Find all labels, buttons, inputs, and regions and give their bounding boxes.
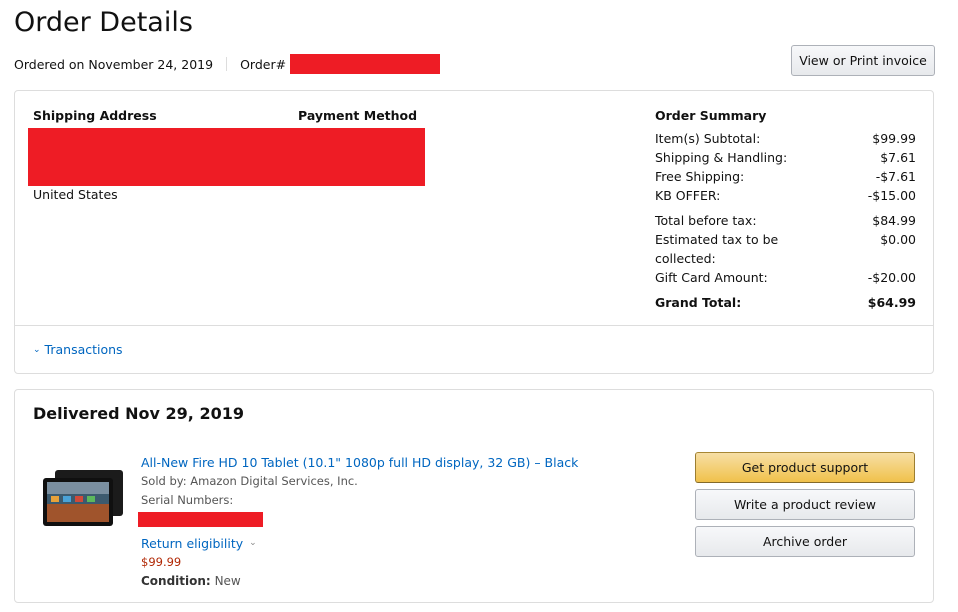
summary-row-tax: Estimated tax to be collected: $0.00: [655, 230, 916, 268]
delivery-status: Delivered Nov 29, 2019: [33, 404, 244, 423]
product-image[interactable]: [41, 468, 125, 528]
shipping-country: United States: [33, 187, 118, 202]
product-title-link[interactable]: All-New Fire HD 10 Tablet (10.1" 1080p f…: [141, 453, 581, 472]
return-eligibility-link[interactable]: Return eligibility ⌄: [141, 534, 581, 553]
summary-label: Total before tax:: [655, 213, 757, 228]
archive-order-button[interactable]: Archive order: [695, 526, 915, 557]
item-info: All-New Fire HD 10 Tablet (10.1" 1080p f…: [138, 453, 581, 591]
order-number-redaction: [290, 54, 441, 74]
order-summary-heading: Order Summary: [655, 108, 767, 123]
delivery-box: Delivered Nov 29, 2019 All-New Fire HD 1…: [14, 389, 934, 603]
address-payment-redaction: [28, 128, 425, 186]
serial-numbers-label: Serial Numbers:: [141, 493, 234, 507]
summary-label: Item(s) Subtotal:: [655, 131, 761, 146]
return-eligibility-label: Return eligibility: [141, 536, 244, 551]
page-title: Order Details: [14, 7, 193, 38]
summary-row-grand-total: Grand Total: $64.99: [655, 293, 916, 312]
section-divider: [15, 325, 933, 326]
summary-row-subtotal: Item(s) Subtotal: $99.99: [655, 129, 916, 148]
serial-number-redaction: [138, 512, 263, 527]
summary-label: KB OFFER:: [655, 188, 721, 203]
meta-divider: [226, 57, 228, 71]
transactions-toggle[interactable]: ⌄ Transactions: [33, 342, 123, 357]
summary-row-before-tax: Total before tax: $84.99: [655, 211, 916, 230]
item-condition: Condition: New: [141, 572, 581, 591]
order-summary: Item(s) Subtotal: $99.99 Shipping & Hand…: [655, 129, 916, 312]
order-details-box: Shipping Address Payment Method United S…: [14, 90, 934, 374]
payment-method-heading: Payment Method: [298, 108, 418, 123]
summary-row-free-shipping: Free Shipping: -$7.61: [655, 167, 916, 186]
summary-label: Estimated tax to be collected:: [655, 232, 779, 266]
write-review-button[interactable]: Write a product review: [695, 489, 915, 520]
order-meta: Ordered on November 24, 2019 Order#: [14, 54, 441, 74]
summary-label: Gift Card Amount:: [655, 270, 768, 285]
view-print-invoice-button[interactable]: View or Print invoice: [791, 45, 935, 76]
condition-value: New: [214, 574, 241, 588]
summary-label: Grand Total:: [655, 295, 742, 310]
summary-value: $84.99: [872, 213, 916, 228]
summary-row-gift-card: Gift Card Amount: -$20.00: [655, 268, 916, 287]
summary-value: $99.99: [872, 131, 916, 146]
transactions-label: Transactions: [44, 342, 123, 357]
condition-label: Condition:: [141, 574, 211, 588]
summary-value: -$7.61: [875, 169, 916, 184]
summary-label: Shipping & Handling:: [655, 150, 788, 165]
summary-row-shipping: Shipping & Handling: $7.61: [655, 148, 916, 167]
summary-row-offer: KB OFFER: -$15.00: [655, 186, 916, 205]
item-price: $99.99: [141, 555, 182, 569]
shipping-address-heading: Shipping Address: [33, 108, 157, 123]
summary-value: -$20.00: [867, 270, 916, 285]
summary-value: $64.99: [867, 295, 916, 310]
summary-value: $7.61: [880, 150, 916, 165]
get-product-support-button[interactable]: Get product support: [695, 452, 915, 483]
order-number-label: Order#: [240, 56, 287, 72]
summary-label: Free Shipping:: [655, 169, 745, 184]
summary-value: -$15.00: [867, 188, 916, 203]
sold-by: Sold by: Amazon Digital Services, Inc.: [141, 474, 358, 488]
ordered-on-date: Ordered on November 24, 2019: [14, 56, 214, 72]
summary-value: $0.00: [880, 232, 916, 247]
chevron-down-icon: ⌄: [33, 344, 41, 355]
chevron-down-icon: ⌄: [249, 538, 257, 548]
